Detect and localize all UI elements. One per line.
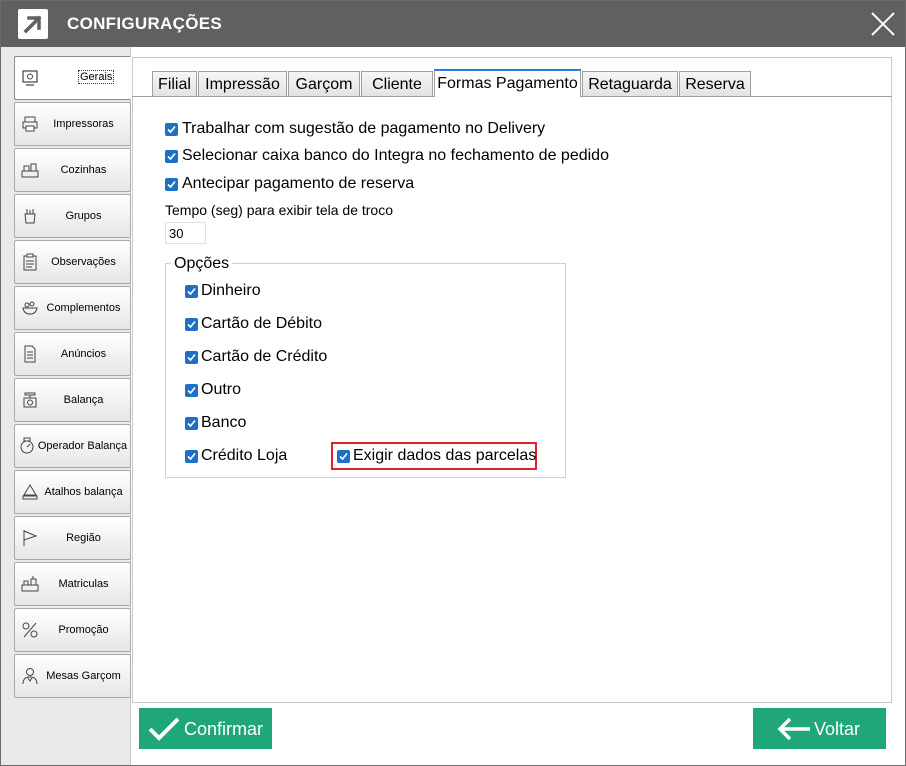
confirm-button[interactable]: Confirmar: [139, 708, 272, 749]
tab-reserva[interactable]: Reserva: [679, 71, 751, 96]
sidebar-item-promocao[interactable]: Promoção: [14, 608, 131, 652]
antecipar-reserva-checkbox[interactable]: [165, 178, 178, 191]
promotion-icon: [21, 621, 38, 638]
sidebar-item-label: Promoção: [58, 624, 109, 636]
sidebar-item-label: Cozinhas: [60, 164, 107, 176]
exigir-parcelas-label: Exigir dados das parcelas: [353, 447, 537, 464]
back-label: Voltar: [814, 719, 861, 739]
sidebar-item-label: Mesas Garçom: [46, 670, 121, 682]
sidebar-item-atalhos-balanca[interactable]: Atalhos balança: [14, 470, 131, 514]
scale-operator-icon: [18, 437, 34, 454]
kitchen-icon: [21, 161, 39, 178]
tab-label: Cliente: [372, 76, 422, 93]
complements-icon: [21, 299, 38, 315]
sidebar-item-anuncios[interactable]: Anúncios: [14, 332, 131, 376]
dinheiro-checkbox[interactable]: [185, 285, 198, 298]
tab-label: Filial: [158, 76, 191, 93]
title-bar: CONFIGURAÇÕES: [1, 1, 905, 47]
sidebar-item-operador-balanca[interactable]: Operador Balança: [14, 424, 131, 468]
exigir-parcelas-checkbox[interactable]: [337, 450, 350, 463]
printer-icon: [21, 115, 38, 132]
cartao-debito-checkbox[interactable]: [185, 318, 198, 331]
scale-shortcut-icon: [21, 483, 38, 500]
sidebar-item-label: Impressoras: [53, 118, 114, 130]
sidebar-item-matriculas[interactable]: Matriculas: [14, 562, 131, 606]
groups-icon: [21, 207, 37, 224]
credito-loja-label: Crédito Loja: [201, 447, 288, 464]
outro-label: Outro: [201, 381, 242, 398]
waiter-icon: [21, 667, 38, 685]
tab-retaguarda[interactable]: Retaguarda: [582, 71, 678, 96]
sidebar-item-label: Região: [66, 532, 101, 544]
banco-checkbox[interactable]: [185, 417, 198, 430]
sidebar-item-label: Matriculas: [58, 578, 109, 590]
tab-cliente[interactable]: Cliente: [361, 71, 433, 96]
delivery-suggestion-checkbox[interactable]: [165, 123, 178, 136]
tab-formas-pagamento[interactable]: Formas Pagamento: [434, 69, 581, 97]
settings-screen-icon: [21, 69, 38, 86]
sidebar-item-balanca[interactable]: Balança: [14, 378, 131, 422]
select-caixa-checkbox[interactable]: [165, 150, 178, 163]
registrations-icon: [21, 575, 39, 592]
tab-filial[interactable]: Filial: [152, 71, 197, 96]
opcoes-group-title: Opções: [171, 255, 233, 273]
window-title: CONFIGURAÇÕES: [67, 14, 223, 33]
dinheiro-label: Dinheiro: [201, 282, 261, 299]
tab-label: Formas Pagamento: [437, 75, 578, 92]
confirm-label: Confirmar: [184, 719, 264, 739]
tab-label: Retaguarda: [588, 76, 672, 93]
tab-impressao[interactable]: Impressão: [198, 71, 287, 96]
sidebar-item-label: Gerais: [77, 70, 115, 84]
sidebar-item-gerais[interactable]: Gerais: [14, 56, 131, 100]
close-icon[interactable]: [869, 10, 897, 38]
select-caixa-label: Selecionar caixa banco do Integra no fec…: [182, 147, 609, 164]
scale-icon: [21, 391, 37, 408]
app-logo-icon: [18, 9, 48, 39]
tempo-troco-label: Tempo (seg) para exibir tela de troco: [165, 202, 393, 218]
cartao-credito-label: Cartão de Crédito: [201, 348, 328, 365]
sidebar-item-regiao[interactable]: Região: [14, 516, 131, 560]
tab-label: Garçom: [295, 76, 353, 93]
sidebar-item-label: Operador Balança: [37, 440, 128, 452]
sidebar-item-observacoes[interactable]: Observações: [14, 240, 131, 284]
arrow-left-icon: [776, 717, 812, 746]
sidebar-item-cozinhas[interactable]: Cozinhas: [14, 148, 131, 192]
back-button[interactable]: Voltar: [753, 708, 886, 749]
sidebar-item-label: Grupos: [65, 210, 102, 222]
sidebar-item-label: Anúncios: [60, 348, 107, 360]
cartao-credito-checkbox[interactable]: [185, 351, 198, 364]
clipboard-icon: [21, 253, 37, 271]
sidebar-item-mesas-garcom[interactable]: Mesas Garçom: [14, 654, 131, 698]
sidebar-item-grupos[interactable]: Grupos: [14, 194, 131, 238]
tempo-troco-input[interactable]: [165, 222, 206, 244]
delivery-suggestion-label: Trabalhar com sugestão de pagamento no D…: [182, 120, 546, 137]
flag-icon: [21, 529, 38, 546]
cartao-debito-label: Cartão de Débito: [201, 315, 322, 332]
config-window: CONFIGURAÇÕES Gerais Impressoras Cozinha…: [0, 0, 906, 766]
sidebar-item-label: Observações: [51, 256, 116, 268]
sidebar-item-complementos[interactable]: Complementos: [14, 286, 131, 330]
sidebar-item-label: Complementos: [46, 302, 121, 314]
banco-label: Banco: [201, 414, 247, 431]
tab-label: Reserva: [685, 76, 745, 93]
document-icon: [21, 345, 37, 363]
tab-label: Impressão: [205, 76, 280, 93]
antecipar-reserva-label: Antecipar pagamento de reserva: [182, 175, 415, 192]
credito-loja-checkbox[interactable]: [185, 450, 198, 463]
check-icon: [147, 717, 181, 746]
tab-garcom[interactable]: Garçom: [288, 71, 360, 96]
sidebar-item-impressoras[interactable]: Impressoras: [14, 102, 131, 146]
sidebar-item-label: Balança: [63, 394, 104, 406]
outro-checkbox[interactable]: [185, 384, 198, 397]
sidebar-item-label: Atalhos balança: [44, 486, 123, 498]
